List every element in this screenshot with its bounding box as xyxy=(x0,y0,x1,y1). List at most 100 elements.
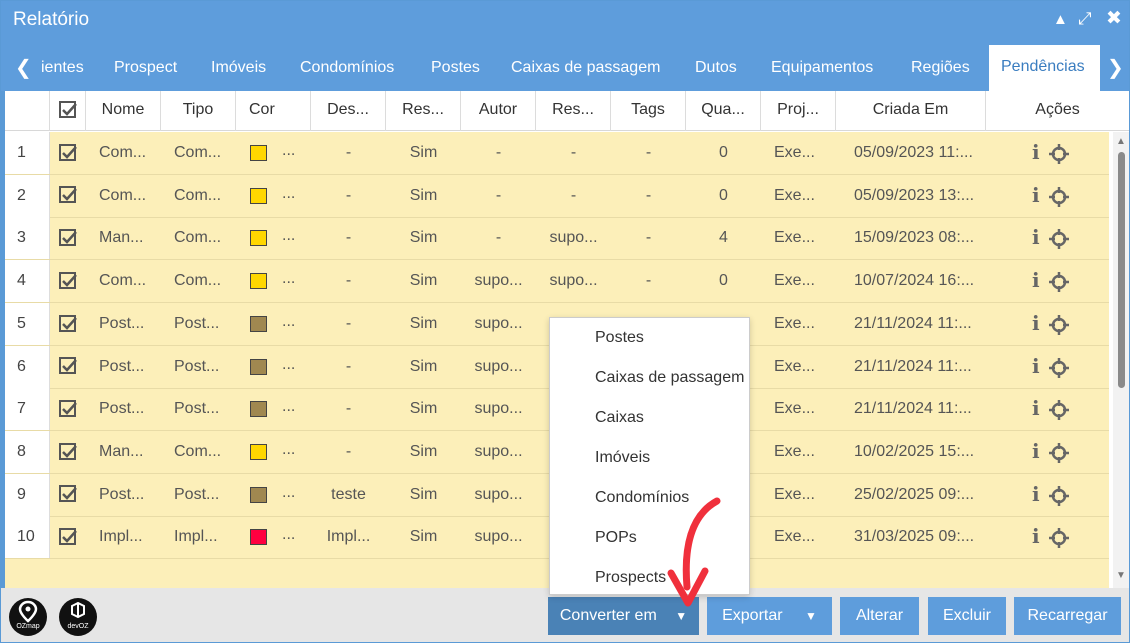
crosshair-icon[interactable] xyxy=(1048,314,1070,341)
crosshair-icon[interactable] xyxy=(1048,271,1070,298)
cell-tipo: Post... xyxy=(174,485,220,503)
info-icon[interactable]: i xyxy=(1032,354,1040,378)
color-swatch xyxy=(250,145,267,161)
dropdown-item-caixas-de-passagem[interactable]: Caixas de passagem xyxy=(595,364,744,392)
tab-postes[interactable]: Postes xyxy=(419,51,492,91)
header-quantidade[interactable]: Qua... xyxy=(686,91,761,131)
crosshair-icon[interactable] xyxy=(1048,485,1070,512)
header-nome[interactable]: Nome xyxy=(86,91,161,131)
cell-projeto: Exe... xyxy=(774,229,815,247)
info-icon[interactable]: i xyxy=(1032,140,1040,164)
tab-prospect[interactable]: Prospect xyxy=(102,51,189,91)
edit-button[interactable]: Alterar xyxy=(840,597,919,635)
cell-resolvida: Sim xyxy=(409,229,438,247)
caret-up-icon[interactable]: ▲ xyxy=(1053,11,1068,28)
crosshair-icon[interactable] xyxy=(1048,143,1070,170)
info-icon[interactable]: i xyxy=(1032,225,1040,249)
expand-icon[interactable]: ⤢ xyxy=(1078,9,1092,29)
cell-projeto: Exe... xyxy=(774,485,815,503)
info-icon[interactable]: i xyxy=(1032,439,1040,463)
cell-projeto: Exe... xyxy=(774,314,815,332)
row-checkbox[interactable] xyxy=(50,474,86,516)
cell-quantidade: 0 xyxy=(719,144,728,161)
cube-icon xyxy=(71,601,85,619)
cell-criada-em: 31/03/2025 09:... xyxy=(854,528,975,546)
row-checkbox[interactable] xyxy=(50,346,86,388)
cell-cor: ... xyxy=(236,346,311,388)
cell-tags: - xyxy=(645,229,652,247)
color-swatch xyxy=(250,273,267,290)
header-tipo[interactable]: Tipo xyxy=(161,91,236,131)
cell-descricao: teste xyxy=(331,485,366,503)
header-criada-em[interactable]: Criada Em xyxy=(836,91,986,131)
dropdown-item-caixas[interactable]: Caixas xyxy=(595,404,644,432)
crosshair-icon[interactable] xyxy=(1048,186,1070,213)
row-checkbox[interactable] xyxy=(50,260,86,302)
row-checkbox[interactable] xyxy=(50,217,86,259)
tab-clientes[interactable]: ientes xyxy=(29,51,96,91)
header-tags[interactable]: Tags xyxy=(611,91,686,131)
table-row[interactable]: 1... Com... Com... - Sim - - - 0 Exe... 05/09/2023… xyxy=(5,132,1109,175)
info-icon[interactable]: i xyxy=(1032,311,1040,335)
row-checkbox[interactable] xyxy=(50,388,86,430)
row-checkbox[interactable] xyxy=(50,132,86,174)
delete-button[interactable]: Excluir xyxy=(928,597,1006,635)
scroll-thumb[interactable] xyxy=(1118,152,1125,388)
tab-equipamentos[interactable]: Equipamentos xyxy=(759,51,885,91)
color-ellipsis: ... xyxy=(282,440,296,458)
header-responsavel[interactable]: Res... xyxy=(536,91,611,131)
header-cor[interactable]: Cor xyxy=(236,91,311,131)
info-icon[interactable]: i xyxy=(1032,396,1040,420)
scroll-up-icon[interactable]: ▲ xyxy=(1116,136,1126,147)
header-projeto[interactable]: Proj... xyxy=(761,91,836,131)
row-number: 1 xyxy=(5,132,50,174)
scroll-down-icon[interactable]: ▼ xyxy=(1116,570,1126,581)
dropdown-item-postes[interactable]: Postes xyxy=(595,324,644,352)
cell-autor: supo... xyxy=(474,357,523,375)
info-icon[interactable]: i xyxy=(1032,183,1040,207)
table-row[interactable]: 4... Com... Com... - Sim supo... supo... - 0 Exe.… xyxy=(5,260,1109,304)
cell-autor: - xyxy=(495,144,502,161)
header-autor[interactable]: Autor xyxy=(461,91,536,131)
cell-projeto: Exe... xyxy=(774,357,815,375)
row-checkbox[interactable] xyxy=(50,303,86,345)
crosshair-icon[interactable] xyxy=(1048,228,1070,255)
row-checkbox[interactable] xyxy=(50,431,86,473)
reload-button[interactable]: Recarregar xyxy=(1014,597,1121,635)
cell-projeto: Exe... xyxy=(774,186,815,204)
tab-imoveis[interactable]: Imóveis xyxy=(199,51,278,91)
info-icon[interactable]: i xyxy=(1032,524,1040,548)
cell-tags: - xyxy=(645,186,652,204)
dropdown-item-pops[interactable]: POPs xyxy=(595,524,637,552)
tab-caixas-de-passagem[interactable]: Caixas de passagem xyxy=(499,51,672,91)
tab-condominios[interactable]: Condomínios xyxy=(288,51,406,91)
checkbox-checked-icon xyxy=(59,143,77,161)
header-resolvida[interactable]: Res... xyxy=(386,91,461,131)
crosshair-icon[interactable] xyxy=(1048,399,1070,426)
dropdown-item-imoveis[interactable]: Imóveis xyxy=(595,444,650,472)
cell-resolvida: Sim xyxy=(409,485,438,503)
row-checkbox[interactable] xyxy=(50,175,86,217)
info-icon[interactable]: i xyxy=(1032,482,1040,506)
info-icon[interactable]: i xyxy=(1032,268,1040,292)
convert-button-label: Converter em xyxy=(559,607,657,624)
crosshair-icon[interactable] xyxy=(1048,357,1070,384)
cell-criada-em: 21/11/2024 11:... xyxy=(854,314,972,332)
row-checkbox[interactable] xyxy=(50,516,86,558)
tab-pendencias[interactable]: Pendências xyxy=(989,45,1100,91)
table-row[interactable]: 3... Man... Com... - Sim - supo... - 4 Exe... 15/0… xyxy=(5,217,1109,261)
header-select-all[interactable] xyxy=(50,91,86,131)
close-icon[interactable]: ✖ xyxy=(1106,7,1122,30)
crosshair-icon[interactable] xyxy=(1048,442,1070,469)
vertical-scrollbar[interactable]: ▲ ▼ xyxy=(1113,132,1129,588)
tab-dutos[interactable]: Dutos xyxy=(683,51,749,91)
cell-resolvida: Sim xyxy=(409,186,438,204)
tab-regioes[interactable]: Regiões xyxy=(899,51,982,91)
cell-nome: Post... xyxy=(99,357,145,375)
table-row[interactable]: 2... Com... Com... - Sim - - - 0 Exe... 05/09/2023… xyxy=(5,174,1109,218)
color-ellipsis: ... xyxy=(282,398,296,416)
header-descricao[interactable]: Des... xyxy=(311,91,386,131)
crosshair-icon[interactable] xyxy=(1048,527,1070,554)
color-ellipsis: ... xyxy=(282,312,296,330)
chevron-right-icon[interactable]: ❯ xyxy=(1107,55,1124,80)
